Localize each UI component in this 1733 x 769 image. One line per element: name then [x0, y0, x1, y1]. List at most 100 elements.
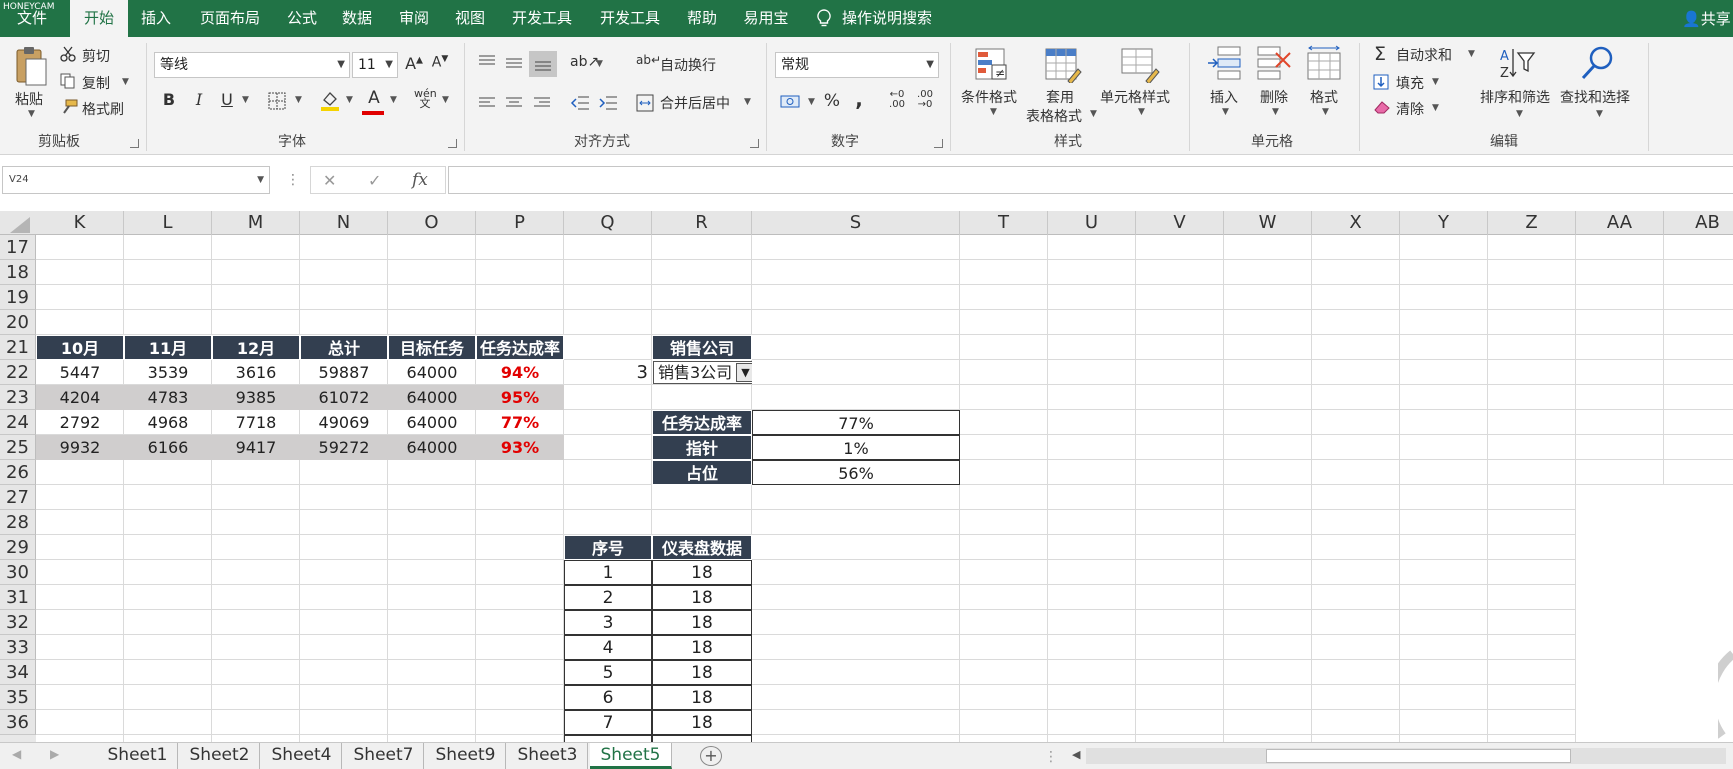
- table-cell[interactable]: 5447: [36, 360, 124, 385]
- sheet-tab[interactable]: Sheet2: [180, 743, 260, 769]
- column-header[interactable]: M: [212, 211, 300, 235]
- fill-dropdown-icon[interactable]: ▼: [1432, 77, 1439, 87]
- underline-dropdown-icon[interactable]: ▼: [242, 95, 249, 105]
- cell-styles-button[interactable]: 单元格样式: [1100, 87, 1170, 107]
- font-color-dropdown-icon[interactable]: ▼: [390, 95, 397, 105]
- row-header[interactable]: 20: [0, 310, 36, 335]
- format-cells-dropdown-icon[interactable]: ▼: [1322, 107, 1329, 117]
- column-header[interactable]: S: [752, 211, 960, 235]
- number-launcher-icon[interactable]: [934, 139, 943, 148]
- gauge-chart-edge[interactable]: [1718, 646, 1733, 742]
- table-cell[interactable]: 2792: [36, 410, 124, 435]
- row-header[interactable]: 22: [0, 360, 36, 385]
- horizontal-scrollbar[interactable]: [1086, 748, 1726, 764]
- company-header-cell[interactable]: 销售公司: [652, 335, 752, 360]
- magnifier-icon[interactable]: [1580, 45, 1616, 81]
- table-cell[interactable]: 59887: [300, 360, 388, 385]
- table-cell[interactable]: 95%: [476, 385, 564, 410]
- hscroll-left-icon[interactable]: ◀: [1072, 748, 1080, 761]
- dial-cell[interactable]: 6: [564, 685, 652, 710]
- format-table-label-1[interactable]: 套用: [1046, 87, 1074, 107]
- tab-formulas[interactable]: 公式: [280, 0, 324, 37]
- splitter-dots-icon[interactable]: ⋮: [1044, 749, 1058, 765]
- table-cell[interactable]: 49069: [300, 410, 388, 435]
- row-header[interactable]: 34: [0, 660, 36, 685]
- row-header[interactable]: 30: [0, 560, 36, 585]
- merge-dropdown-icon[interactable]: ▼: [744, 97, 751, 107]
- row-header[interactable]: 28: [0, 510, 36, 535]
- column-header[interactable]: X: [1312, 211, 1400, 235]
- row-header[interactable]: 18: [0, 260, 36, 285]
- increase-indent-icon[interactable]: [598, 94, 618, 112]
- share-button[interactable]: 👤共享: [1682, 8, 1731, 29]
- dial-cell[interactable]: 4: [564, 635, 652, 660]
- formula-input[interactable]: [448, 166, 1733, 194]
- table-cell[interactable]: 93%: [476, 435, 564, 460]
- table-header-cell[interactable]: 11月: [124, 335, 212, 360]
- fill-color-icon[interactable]: [320, 90, 340, 112]
- row-header[interactable]: 35: [0, 685, 36, 710]
- number-format-select[interactable]: 常规 ▼: [775, 52, 939, 78]
- row-header[interactable]: 25: [0, 435, 36, 460]
- autosum-dropdown-icon[interactable]: ▼: [1468, 49, 1475, 59]
- fill-icon[interactable]: [1373, 74, 1389, 90]
- paste-label[interactable]: 粘贴: [15, 89, 43, 109]
- table-cell[interactable]: 6166: [124, 435, 212, 460]
- search-box[interactable]: 操作说明搜索: [842, 0, 942, 37]
- row-header[interactable]: 32: [0, 610, 36, 635]
- cell-styles-dropdown-icon[interactable]: ▼: [1138, 107, 1145, 117]
- table-cell[interactable]: 3616: [212, 360, 300, 385]
- cut-button[interactable]: 剪切: [82, 46, 110, 66]
- summary-label-cell[interactable]: 任务达成率: [652, 410, 752, 435]
- align-center-icon[interactable]: [505, 96, 523, 110]
- tab-developer[interactable]: 开发工具: [504, 0, 580, 37]
- summary-label-cell[interactable]: 占位: [652, 460, 752, 485]
- column-header[interactable]: U: [1048, 211, 1136, 235]
- column-header[interactable]: Q: [564, 211, 652, 235]
- border-dropdown-icon[interactable]: ▼: [295, 95, 302, 105]
- row-header[interactable]: 19: [0, 285, 36, 310]
- sort-filter-button[interactable]: 排序和筛选: [1480, 87, 1550, 107]
- autosum-button[interactable]: 自动求和: [1396, 45, 1452, 65]
- name-box[interactable]: V24 ▼: [2, 166, 270, 194]
- orientation-icon[interactable]: ab↗: [570, 54, 599, 70]
- sheet-tab[interactable]: Sheet4: [262, 743, 342, 769]
- table-header-cell[interactable]: 12月: [212, 335, 300, 360]
- table-cell[interactable]: 64000: [388, 410, 476, 435]
- tab-scroll-right-icon[interactable]: ▶: [50, 747, 59, 761]
- column-header[interactable]: R: [652, 211, 752, 235]
- row-header[interactable]: 26: [0, 460, 36, 485]
- currency-dropdown-icon[interactable]: ▼: [808, 97, 815, 107]
- sheet-tab[interactable]: Sheet1: [98, 743, 178, 769]
- dial-cell[interactable]: 18: [652, 685, 752, 710]
- underline-button[interactable]: U: [218, 90, 236, 109]
- dial-header-cell[interactable]: 序号: [564, 535, 652, 560]
- dial-cell[interactable]: 2: [564, 585, 652, 610]
- align-top-icon[interactable]: [478, 54, 496, 68]
- dial-cell[interactable]: 18: [652, 610, 752, 635]
- table-cell[interactable]: 94%: [476, 360, 564, 385]
- insert-cells-button[interactable]: 插入: [1210, 87, 1238, 107]
- tab-view[interactable]: 视图: [448, 0, 492, 37]
- delete-cells-button[interactable]: 删除: [1260, 87, 1288, 107]
- table-cell[interactable]: 64000: [388, 385, 476, 410]
- table-cell[interactable]: 7718: [212, 410, 300, 435]
- phonetic-icon[interactable]: wén 文: [414, 88, 437, 109]
- increase-decimal-button[interactable]: ←0.00: [886, 90, 908, 110]
- table-header-cell[interactable]: 总计: [300, 335, 388, 360]
- column-header[interactable]: O: [388, 211, 476, 235]
- column-header[interactable]: W: [1224, 211, 1312, 235]
- align-left-icon[interactable]: [478, 96, 496, 110]
- tab-easyuse[interactable]: 易用宝: [736, 0, 796, 37]
- sigma-icon[interactable]: Σ: [1372, 43, 1388, 65]
- table-cell[interactable]: 64000: [388, 360, 476, 385]
- font-color-icon[interactable]: A: [364, 88, 384, 108]
- cell-area[interactable]: 10月 11月 12月 总计 目标任务 任务达成率 5447 3539 3616 59887 640…: [36, 235, 1733, 742]
- bold-button[interactable]: B: [160, 90, 178, 109]
- italic-button[interactable]: I: [190, 90, 208, 109]
- column-header[interactable]: T: [960, 211, 1048, 235]
- function-icon[interactable]: fx: [412, 170, 428, 190]
- tab-page-layout[interactable]: 页面布局: [192, 0, 268, 37]
- column-header[interactable]: V: [1136, 211, 1224, 235]
- cell-styles-icon[interactable]: [1120, 47, 1160, 83]
